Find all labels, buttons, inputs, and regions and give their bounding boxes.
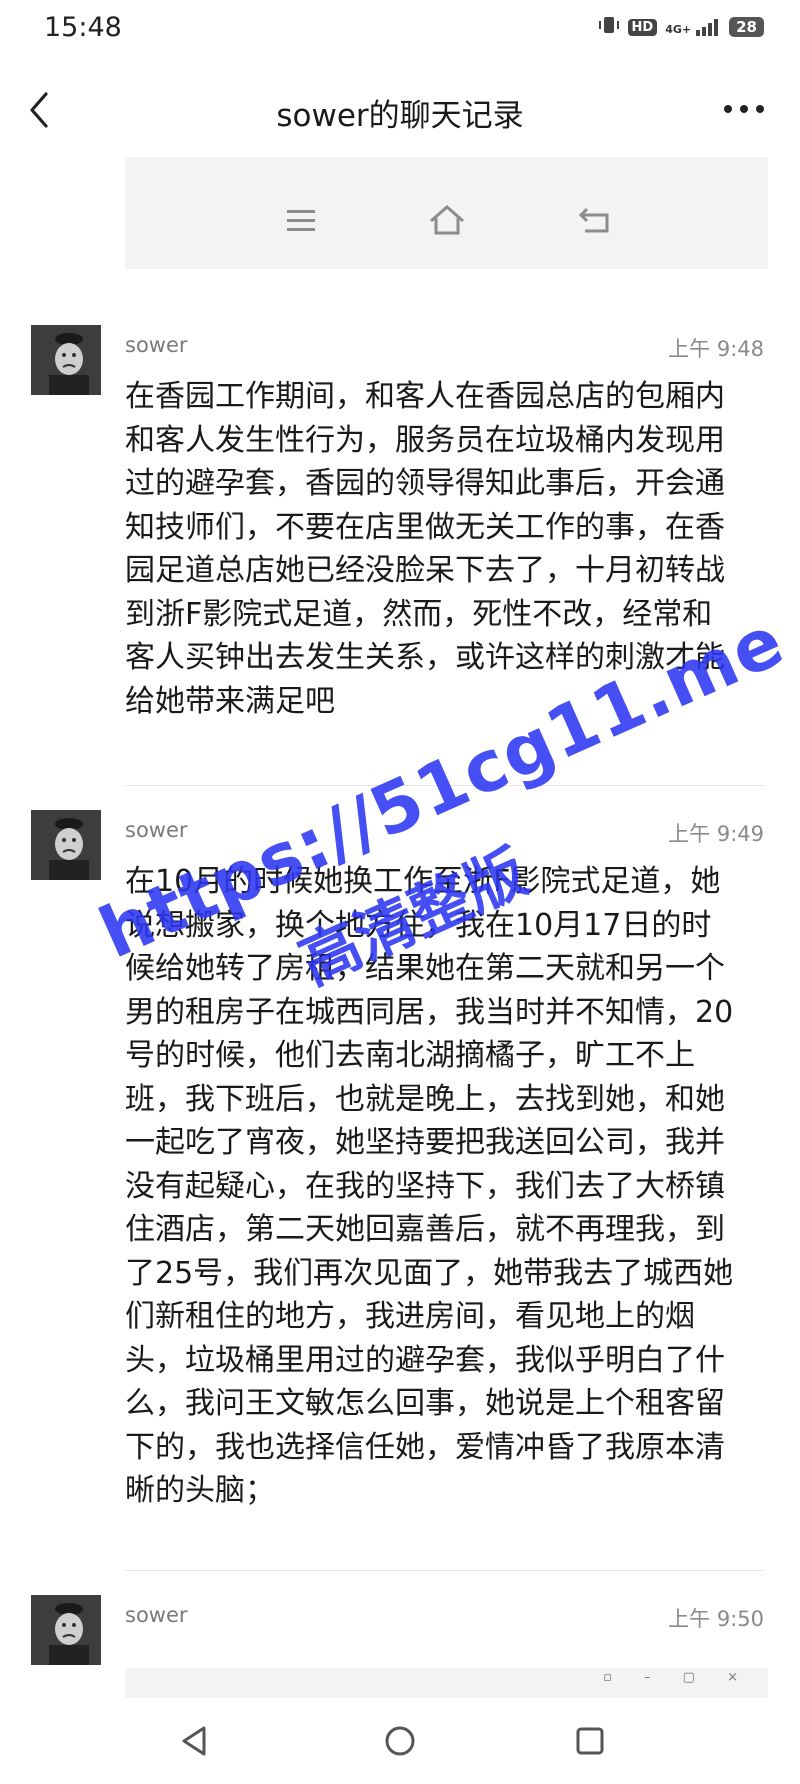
sender-name: sower	[125, 333, 188, 357]
return-arrow-icon	[578, 207, 609, 233]
title-bar: sower的聊天记录	[0, 68, 800, 152]
avatar-image	[31, 325, 101, 395]
more-dots-icon	[724, 105, 764, 113]
embedded-screenshot[interactable]: ▫ – ▢ ×	[125, 1668, 768, 1698]
nav-recent-button[interactable]	[565, 1716, 615, 1766]
avatar-image	[31, 810, 101, 880]
avatar[interactable]	[31, 325, 101, 395]
sender-name: sower	[125, 1603, 188, 1627]
message-time: 上午 9:50	[668, 1607, 764, 1631]
avatar-image	[31, 1595, 101, 1665]
nav-back-button[interactable]	[170, 1716, 220, 1766]
battery-level: 28	[729, 17, 764, 37]
home-outline-icon	[430, 205, 464, 235]
message-divider	[125, 785, 764, 786]
message-text: 在10月的时候她换工作至浙F影院式足道，她说想搬家，换个地方住，我在10月17日…	[125, 864, 734, 1508]
system-nav-bar	[0, 1698, 800, 1784]
message-divider	[125, 1570, 764, 1571]
page-title: sower的聊天记录	[276, 98, 524, 134]
status-bar: 15:48 HD 4G+ 28	[0, 0, 800, 60]
message-time: 上午 9:48	[668, 337, 764, 361]
avatar[interactable]	[31, 810, 101, 880]
nav-home-button[interactable]	[375, 1716, 425, 1766]
status-icons: HD 4G+ 28	[598, 16, 764, 38]
embedded-screenshot[interactable]	[125, 157, 768, 269]
window-controls-icon: ▫ – ▢ ×	[603, 1670, 752, 1685]
hd-badge: HD	[627, 18, 658, 36]
vibrate-icon	[598, 16, 620, 38]
menu-lines-icon	[287, 210, 315, 231]
signal-icon: 4G+	[665, 18, 721, 36]
sender-name: sower	[125, 818, 188, 842]
triangle-back-icon	[182, 1726, 206, 1756]
message-time: 上午 9:49	[668, 822, 764, 846]
circle-home-icon	[385, 1726, 415, 1756]
more-button[interactable]	[720, 94, 768, 124]
square-recent-icon	[576, 1727, 604, 1755]
status-time: 15:48	[44, 12, 122, 43]
avatar[interactable]	[31, 1595, 101, 1665]
network-label: 4G+	[665, 23, 692, 36]
message-text: 在香园工作期间，和客人在香园总店的包厢内和客人发生性行为，服务员在垃圾桶内发现用…	[125, 379, 725, 719]
